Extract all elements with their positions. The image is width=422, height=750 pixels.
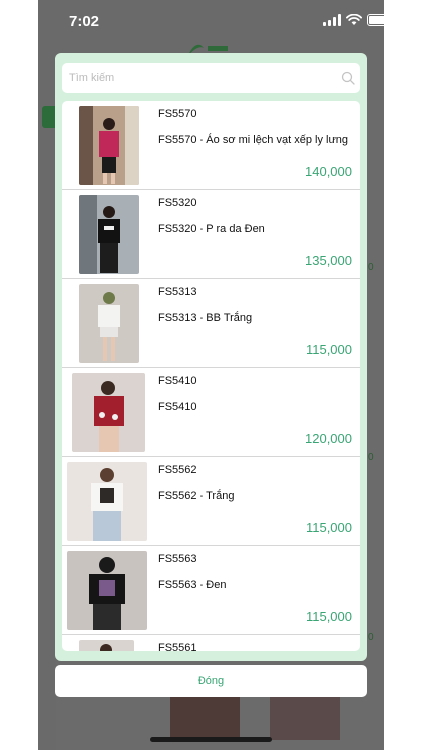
product-item[interactable]: FS5563 FS5563 - Đen 115,000 (62, 546, 360, 635)
background-number: 0 (368, 632, 374, 643)
product-item[interactable]: FS5561 (62, 635, 360, 651)
battery-icon (367, 14, 384, 26)
signal-icon (323, 14, 341, 26)
product-name: FS5410 (158, 401, 197, 413)
background-image (170, 690, 240, 740)
product-name: FS5313 - BB Trắng (158, 312, 253, 324)
product-code: FS5570 (158, 108, 197, 120)
product-code: FS5561 (158, 642, 197, 651)
product-price: 140,000 (305, 164, 352, 179)
product-thumbnail (79, 106, 139, 185)
product-item[interactable]: FS5313 FS5313 - BB Trắng 115,000 (62, 279, 360, 368)
search-icon[interactable] (341, 71, 355, 85)
product-code: FS5410 (158, 375, 197, 387)
product-price: 115,000 (305, 342, 352, 357)
product-price: 120,000 (305, 431, 352, 446)
product-list[interactable]: FS5570 FS5570 - Áo sơ mi lệch vạt xếp ly… (62, 101, 360, 651)
product-thumbnail (79, 284, 139, 363)
product-item[interactable]: FS5562 FS5562 - Trắng 115,000 (62, 457, 360, 546)
product-thumbnail (67, 551, 147, 630)
product-price: 115,000 (305, 609, 352, 624)
product-code: FS5313 (158, 286, 197, 298)
close-button[interactable]: Đóng (55, 665, 367, 697)
background-sidebar (38, 90, 56, 750)
app-screen: 0 0 0 7:02 Tìm kiếm FS5570 FS5570 - Áo s… (38, 0, 384, 750)
product-name: FS5563 - Đen (158, 579, 227, 591)
product-thumbnail (67, 462, 147, 541)
status-time: 7:02 (69, 13, 100, 30)
product-name: FS5320 - P ra da Đen (158, 223, 265, 235)
background-number: 0 (368, 452, 374, 463)
product-name: FS5562 - Trắng (158, 490, 235, 502)
wifi-icon (346, 14, 362, 25)
product-thumbnail (79, 195, 139, 274)
product-name: FS5570 - Áo sơ mi lệch vạt xếp ly lưng (158, 134, 349, 146)
product-thumbnail (72, 373, 145, 452)
search-input[interactable] (62, 63, 332, 93)
product-price: 135,000 (305, 253, 352, 268)
product-thumbnail (79, 640, 134, 651)
product-item[interactable]: FS5570 FS5570 - Áo sơ mi lệch vạt xếp ly… (62, 101, 360, 190)
home-indicator (150, 737, 272, 742)
product-item[interactable]: FS5320 FS5320 - P ra da Đen 135,000 (62, 190, 360, 279)
background-number: 0 (368, 262, 374, 273)
search-box (62, 63, 360, 93)
product-code: FS5563 (158, 553, 197, 565)
status-bar: 7:02 (38, 0, 384, 44)
product-code: FS5320 (158, 197, 197, 209)
product-code: FS5562 (158, 464, 197, 476)
status-icons (323, 14, 384, 26)
product-item[interactable]: FS5410 FS5410 120,000 (62, 368, 360, 457)
product-picker-modal: FS5570 FS5570 - Áo sơ mi lệch vạt xếp ly… (55, 53, 367, 661)
product-price: 115,000 (305, 520, 352, 535)
background-image (270, 690, 340, 740)
